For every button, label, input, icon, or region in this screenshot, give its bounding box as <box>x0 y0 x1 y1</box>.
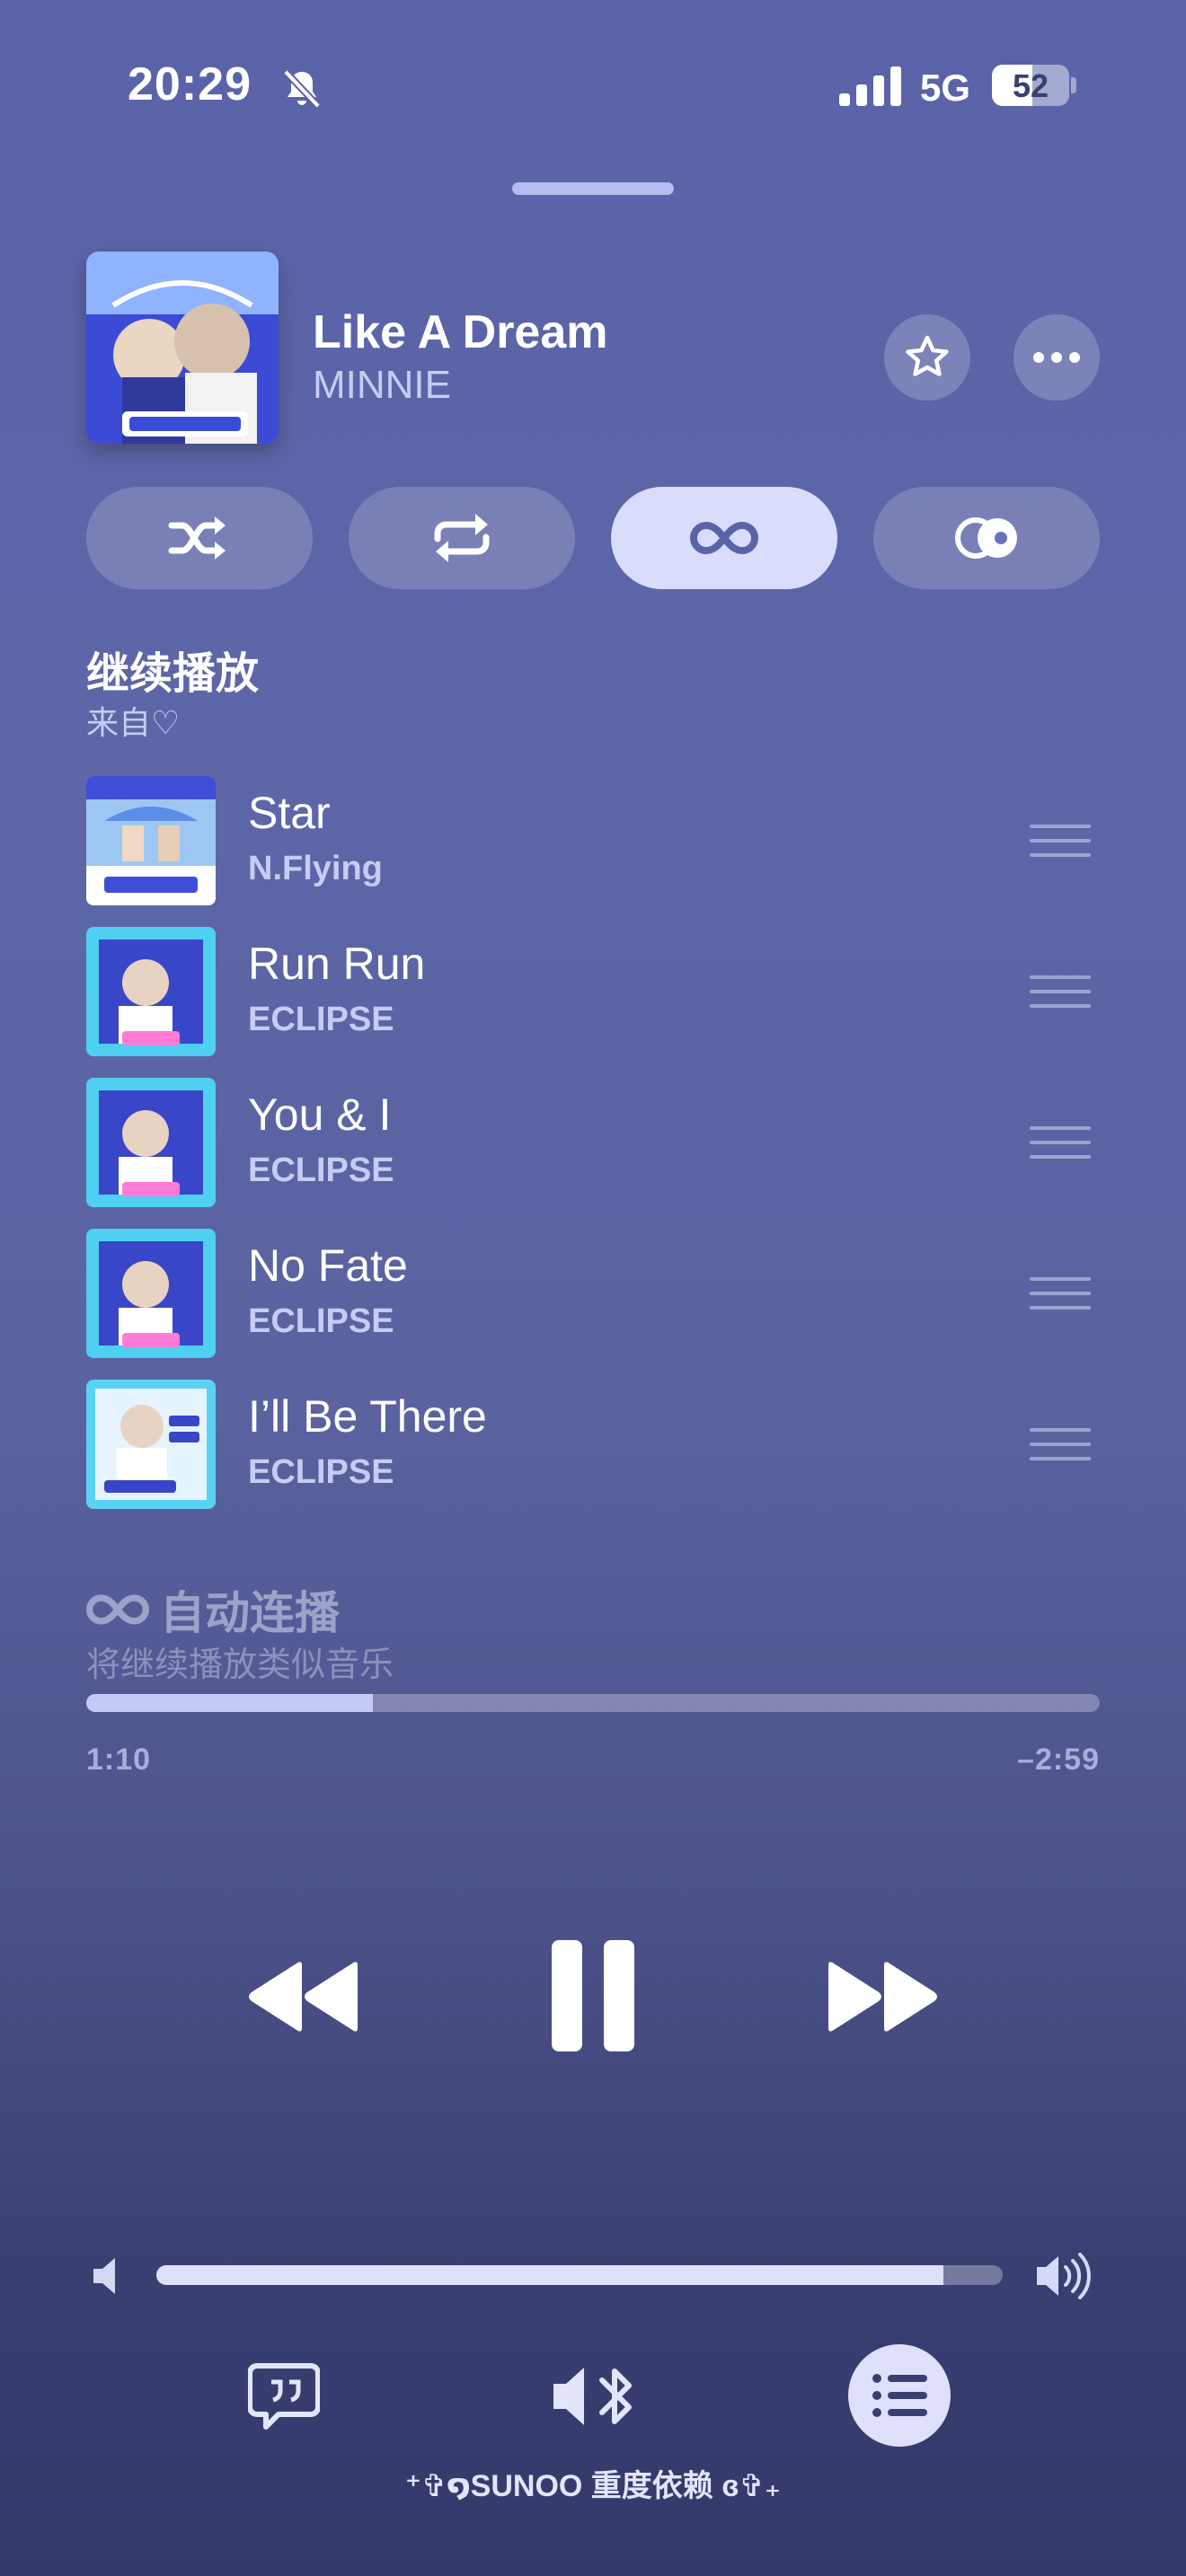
queue-item-art <box>86 1380 216 1509</box>
favorite-button[interactable] <box>884 314 970 401</box>
battery-percent: 52 <box>1012 67 1049 104</box>
autoplay-button[interactable] <box>611 487 837 589</box>
rewind-icon[interactable] <box>246 1956 363 2037</box>
queue-list-button[interactable] <box>848 2344 951 2447</box>
queue-item-art <box>86 1078 216 1207</box>
network-type: 5G <box>920 66 971 109</box>
queue-item[interactable]: I’ll Be There ECLIPSE <box>86 1380 1100 1509</box>
volume-low-icon <box>93 2258 115 2294</box>
drag-handle-icon[interactable] <box>1030 1426 1091 1462</box>
queue-item-artist: ECLIPSE <box>248 1453 394 1491</box>
playback-scrubber[interactable] <box>86 1694 1100 1712</box>
queue-item-art <box>86 927 216 1056</box>
queue-item[interactable]: You & I ECLIPSE <box>86 1078 1100 1207</box>
status-time: 20:29 <box>128 58 252 110</box>
cellular-signal-icon <box>839 66 901 106</box>
queue-item-artist: N.Flying <box>248 850 383 887</box>
volume-slider[interactable] <box>156 2265 1003 2285</box>
autoplay-title: 自动连播 <box>160 1588 340 1638</box>
shuffle-icon <box>168 516 226 560</box>
queue-item[interactable]: No Fate ECLIPSE <box>86 1229 1100 1358</box>
autoplay-subtitle: 将继续播放类似音乐 <box>86 1646 394 1684</box>
shuffle-button[interactable] <box>86 487 313 589</box>
crossfade-button[interactable] <box>873 487 1100 589</box>
queue-item-art <box>86 776 216 905</box>
bluetooth-speaker-icon[interactable] <box>550 2362 636 2430</box>
output-device-label: ⁺✞໑SUNOO 重度依赖 ɞ✞₊ <box>405 2469 781 2503</box>
queue-item-art <box>86 1229 216 1358</box>
drag-handle-icon[interactable] <box>1030 974 1091 1010</box>
more-options-button[interactable] <box>1013 314 1100 401</box>
elapsed-time: 1:10 <box>86 1742 152 1777</box>
star-icon <box>906 335 949 376</box>
battery-cap <box>1071 77 1076 93</box>
remaining-time: –2:59 <box>1017 1742 1100 1777</box>
queue-item-artist: ECLIPSE <box>248 1001 394 1038</box>
lyrics-icon[interactable] <box>248 2362 320 2430</box>
drag-handle-icon[interactable] <box>1030 1275 1091 1311</box>
bell-slash-icon <box>283 69 321 109</box>
infinity-icon <box>86 1594 149 1625</box>
volume-high-icon <box>1037 2253 1091 2299</box>
now-playing-album-art[interactable] <box>86 251 279 444</box>
pause-icon[interactable] <box>548 1940 638 2051</box>
queue-item-title: Run Run <box>248 939 426 989</box>
fast-forward-icon[interactable] <box>823 1956 940 2037</box>
battery-indicator: 52 <box>992 65 1069 106</box>
drag-handle-icon[interactable] <box>1030 823 1091 859</box>
queue-item-title: You & I <box>248 1090 392 1140</box>
queue-item[interactable]: Star N.Flying <box>86 776 1100 905</box>
now-playing-artist[interactable]: MINNIE <box>313 363 451 408</box>
queue-item-artist: ECLIPSE <box>248 1302 394 1340</box>
queue-item-title: I’ll Be There <box>248 1391 487 1442</box>
volume-level-fill <box>156 2265 944 2285</box>
playback-progress-fill <box>86 1694 374 1712</box>
list-bullet-icon <box>872 2374 927 2417</box>
queue-section-source[interactable]: 来自♡ <box>86 697 180 744</box>
queue-item-title: Star <box>248 788 331 838</box>
queue-item-title: No Fate <box>248 1240 408 1291</box>
queue-item[interactable]: Run Run ECLIPSE <box>86 927 1100 1056</box>
crossfade-icon <box>955 517 1017 559</box>
repeat-button[interactable] <box>349 487 575 589</box>
drag-handle-icon[interactable] <box>1030 1125 1091 1160</box>
autoplay-header: 自动连播 <box>86 1577 340 1642</box>
ellipsis-icon <box>1033 352 1080 363</box>
now-playing-title: Like A Dream <box>313 306 608 358</box>
repeat-icon <box>434 514 490 562</box>
queue-item-artist: ECLIPSE <box>248 1151 394 1189</box>
queue-section-title: 继续播放 <box>86 650 260 698</box>
sheet-grabber[interactable] <box>512 182 674 195</box>
infinity-icon <box>690 521 758 555</box>
